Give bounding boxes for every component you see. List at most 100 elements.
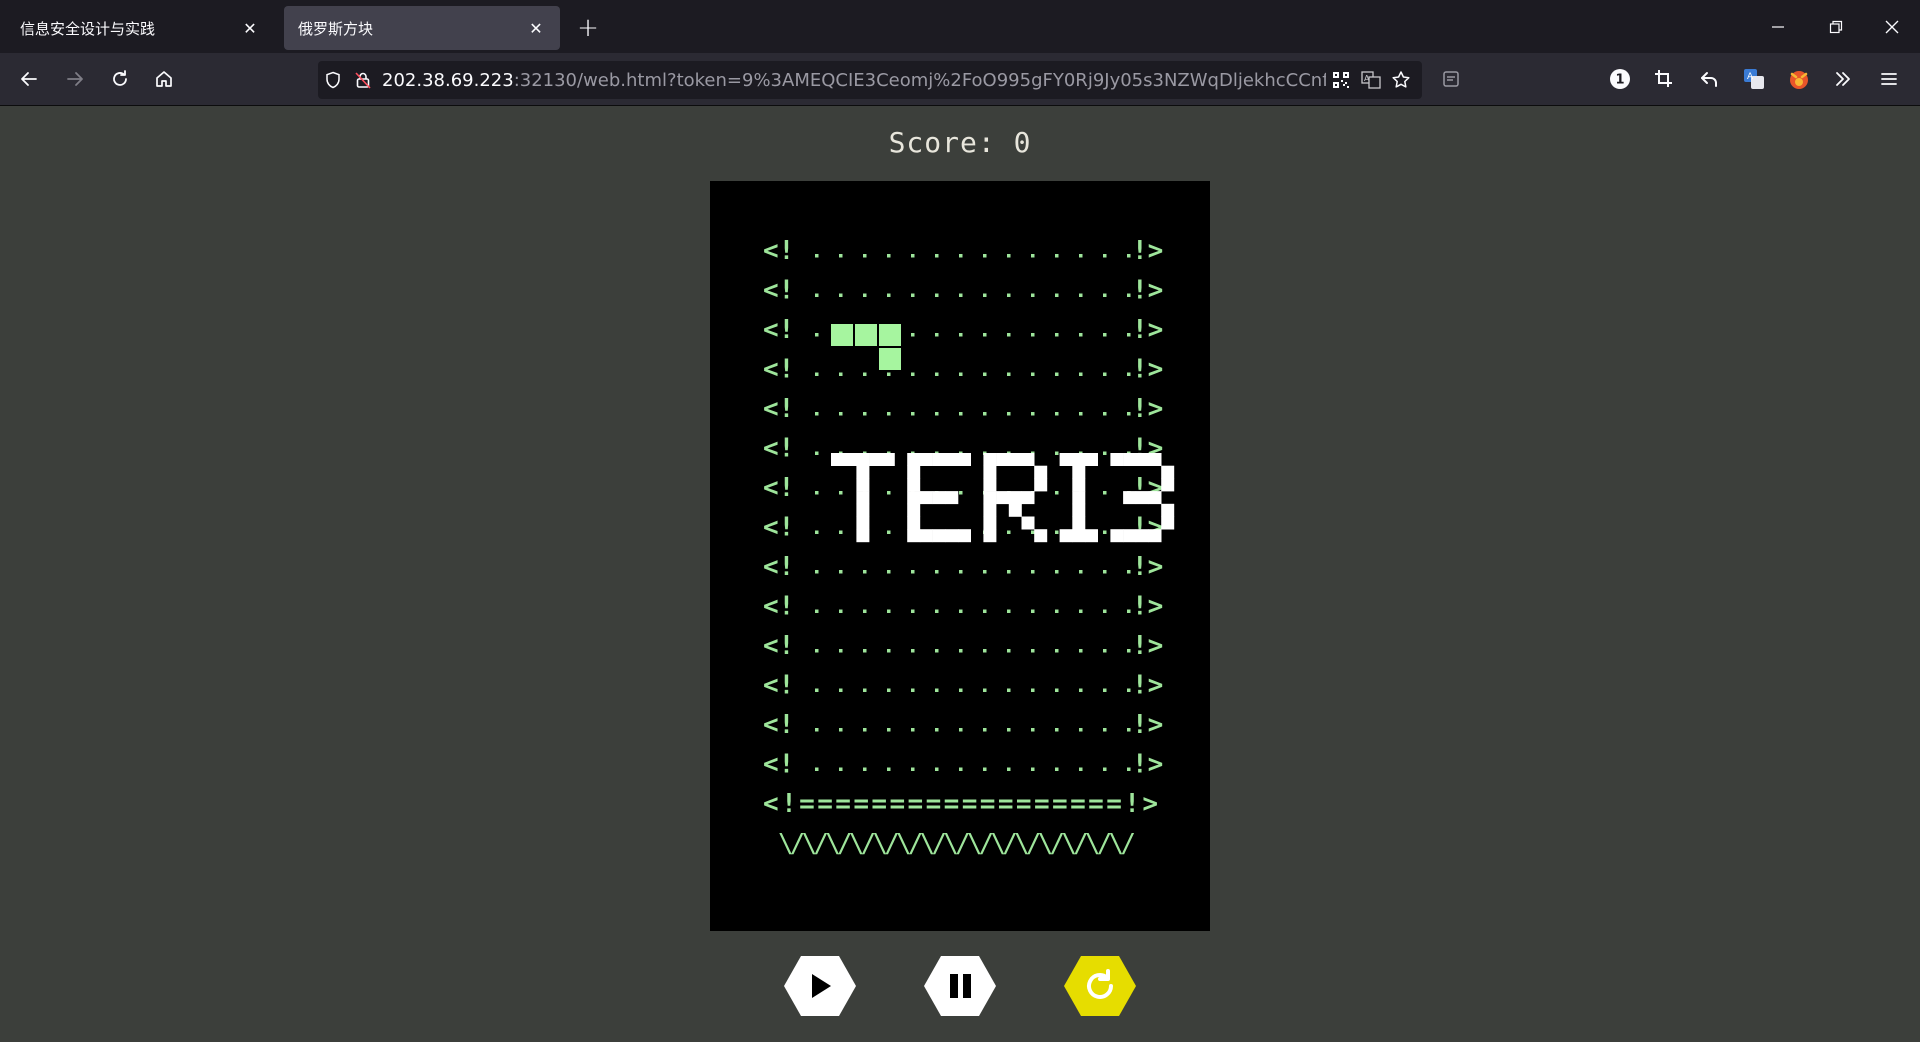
board-right-wall: !> [1132,355,1163,385]
board-empty-cell [1127,412,1131,416]
restart-button[interactable] [1063,954,1137,1018]
translate-extension-icon[interactable]: A [1737,62,1771,96]
score-value: 0 [1013,126,1032,159]
board-right-wall: !> [1132,671,1163,701]
board-right-wall: !> [1132,552,1163,582]
logo-pixel [945,491,959,505]
board-empty-cell [1007,649,1011,653]
board-empty-cell [1031,649,1035,653]
board-right-wall: !> [1132,750,1163,780]
board-empty-cell [983,728,987,732]
tab-info-security[interactable]: 信息安全设计与实践 ✕ [6,6,274,50]
board-left-wall: <! [763,355,794,385]
navigation-toolbar: 202.38.69.223:32130/web.html?token=9%3AM… [0,53,1920,106]
logo-pixel [983,453,997,466]
extension-badge-icon[interactable]: 1 [1603,62,1637,96]
close-tab-icon[interactable]: ✕ [240,18,260,38]
svg-text:A: A [1364,74,1370,83]
board-right-wall: !> [1132,315,1163,345]
crop-icon[interactable] [1647,62,1681,96]
board-empty-cell [1055,372,1059,376]
tab-tetris[interactable]: 俄罗斯方块 ✕ [284,6,560,50]
back-icon[interactable] [12,62,46,96]
new-tab-button[interactable]: + [572,12,604,44]
close-window-icon[interactable] [1864,0,1920,53]
svg-text:A: A [1747,72,1754,82]
logo-pixel [856,478,870,492]
logo-pixel [932,453,946,466]
undo-close-tab-icon[interactable] [1692,62,1726,96]
board-empty-cell [983,333,987,337]
board-empty-cell [1007,412,1011,416]
logo-pixel [1072,478,1086,492]
board-empty-cell [1007,728,1011,732]
url-text[interactable]: 202.38.69.223:32130/web.html?token=9%3AM… [378,70,1326,91]
board-empty-cell [887,649,891,653]
board-empty-cell [1007,570,1011,574]
board-empty-cell [1079,649,1083,653]
board-empty-cell [1031,728,1035,732]
board-empty-cell [1127,372,1131,376]
board-empty-cell [935,372,939,376]
piece-block [879,324,901,346]
qr-code-icon[interactable] [1326,65,1356,95]
board-left-wall: <! [763,473,794,503]
board-empty-cell [959,333,963,337]
piece-block [831,324,853,346]
board-empty-cell [935,333,939,337]
logo-pixel [1123,453,1137,466]
logo-pixel [1148,529,1162,543]
reader-view-icon[interactable] [1434,62,1468,96]
board-empty-cell [839,649,843,653]
hamburger-menu-icon[interactable] [1872,62,1906,96]
game-board[interactable]: <! !> <! !> <! !> <! !> <! !> <! !> <! !> <! !> <! !> <! !>… [710,181,1210,931]
board-empty-cell [959,412,963,416]
logo-letter [1059,453,1098,543]
board-empty-cell [1103,570,1107,574]
home-icon[interactable] [147,62,181,96]
board-empty-cell [1055,688,1059,692]
logo-pixel [907,491,921,505]
translate-page-icon[interactable]: A [1356,65,1386,95]
board-empty-cell [1031,293,1035,297]
logo-pixel [945,529,959,543]
board-empty-cell [863,649,867,653]
logo-pixel [1021,516,1035,530]
board-left-wall: <! [763,276,794,306]
score-label: Score: [888,126,996,159]
url-bar[interactable]: 202.38.69.223:32130/web.html?token=9%3AM… [318,61,1422,99]
logo-pixel [919,529,933,543]
board-empty-cell [1079,254,1083,258]
board-empty-cell [1007,293,1011,297]
overflow-menu-icon[interactable] [1826,62,1860,96]
board-empty-cell [1031,254,1035,258]
insecure-lock-icon[interactable] [348,65,378,95]
board-empty-cell [911,293,915,297]
forward-icon[interactable] [58,62,92,96]
board-empty-cell [863,609,867,613]
minimize-icon[interactable] [1750,0,1806,53]
tracking-shield-icon[interactable] [318,65,348,95]
logo-pixel [907,503,921,517]
board-empty-cell [935,293,939,297]
logo-pixel [1161,465,1175,479]
board-empty-cell [1127,649,1131,653]
board-empty-cell [1079,570,1083,574]
board-empty-cell [935,254,939,258]
logo-pixel [856,465,870,479]
reload-icon[interactable] [103,62,137,96]
logo-pixel [1135,491,1149,505]
logo-pixel [1008,503,1022,517]
logo-pixel [958,529,971,543]
play-button[interactable] [783,954,857,1018]
board-canvas: <! !> <! !> <! !> <! !> <! !> <! !> <! !> <! !> <! !> <! !>… [763,236,1175,859]
board-empty-cell [839,530,843,534]
board-empty-cell [887,609,891,613]
logo-pixel [907,465,921,479]
bookmark-star-icon[interactable] [1386,65,1416,95]
close-tab-icon[interactable]: ✕ [526,18,546,38]
board-empty-cell [959,491,963,495]
pause-button[interactable] [923,954,997,1018]
restore-icon[interactable] [1808,0,1864,53]
fox-extension-icon[interactable] [1782,62,1816,96]
